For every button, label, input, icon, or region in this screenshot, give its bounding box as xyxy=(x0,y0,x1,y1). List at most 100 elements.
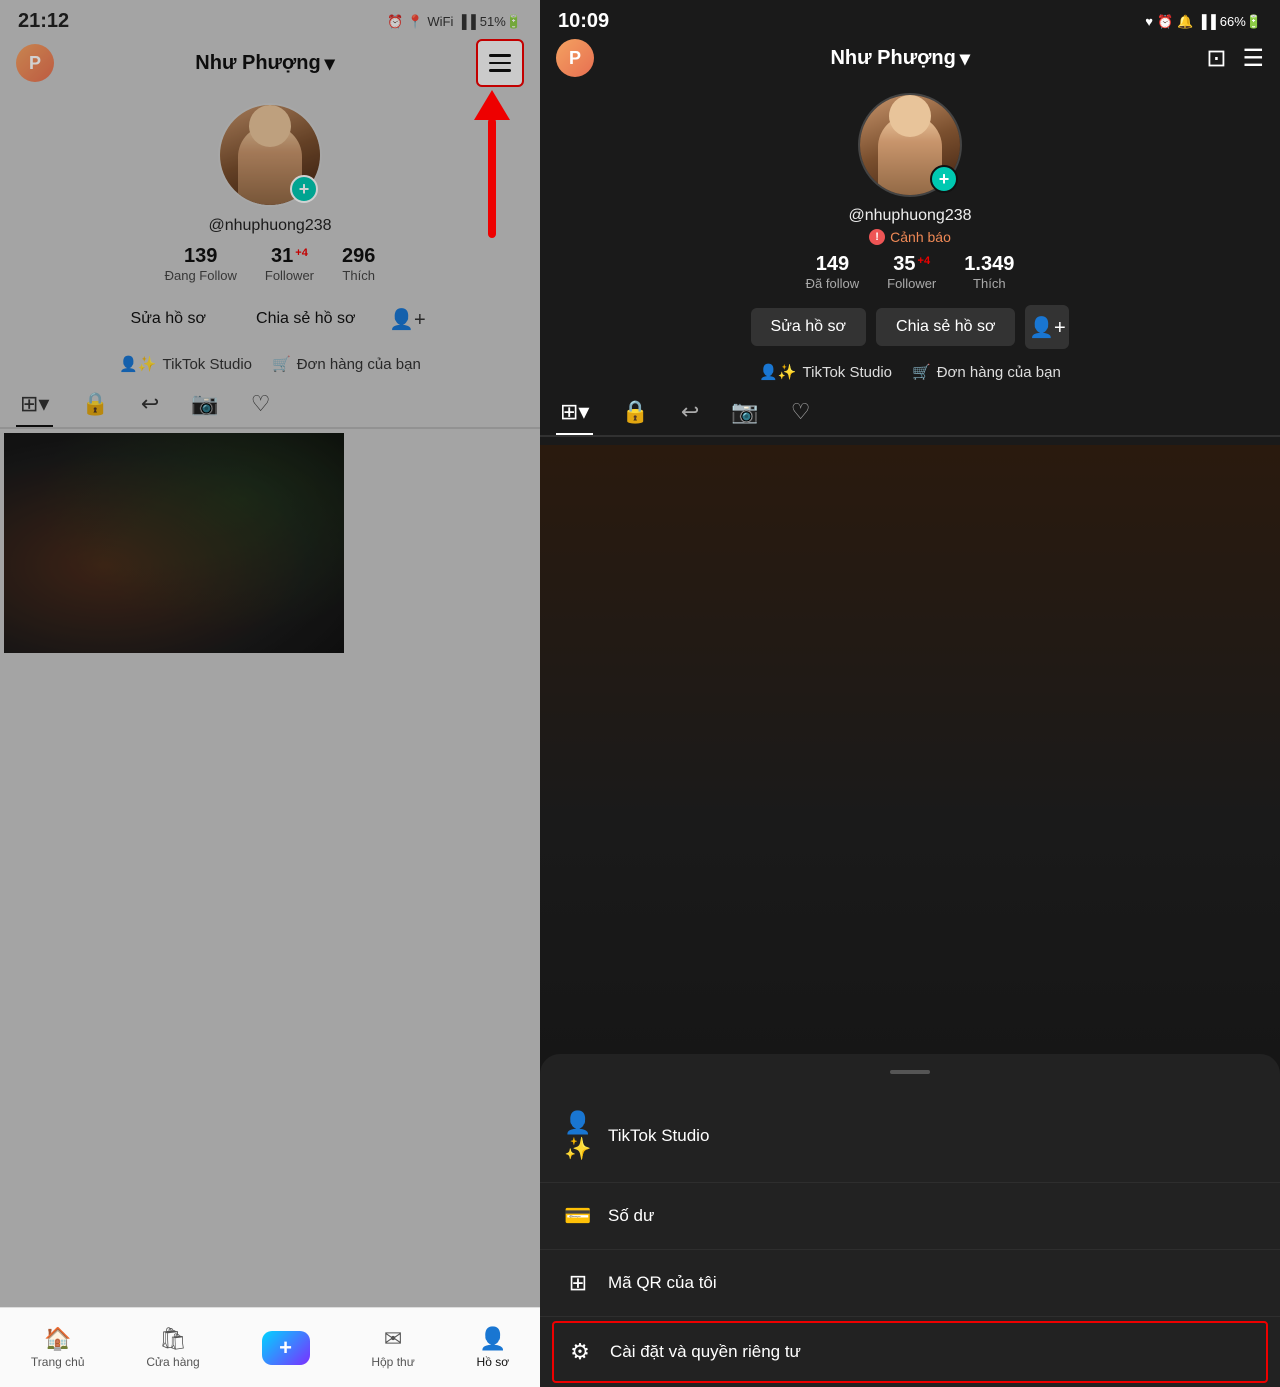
add-friend-button-right[interactable]: 👤+ xyxy=(1025,305,1069,349)
tab-tagged-right[interactable]: 📷 xyxy=(727,391,762,435)
quick-links-right: 👤✨ TikTok Studio 🛒 Đơn hàng của bạn xyxy=(759,363,1061,381)
nav-inbox-left[interactable]: ✉ Hộp thư xyxy=(371,1326,414,1369)
edit-profile-button-left[interactable]: Sửa hồ sơ xyxy=(111,300,226,338)
menu-line-2 xyxy=(489,62,511,65)
status-bar-left: 21:12 ⏰ 📍 WiFi ▐▐ 51%🔋 xyxy=(0,0,540,39)
share-profile-button-left[interactable]: Chia sẻ hồ sơ xyxy=(236,300,375,338)
avatar-circle-left xyxy=(218,103,322,207)
stat-label-likes-left: Thích xyxy=(342,268,375,283)
tab-reposts-left[interactable]: ↩ xyxy=(137,383,163,427)
sheet-item-tiktok-studio[interactable]: 👤✨ TikTok Studio xyxy=(540,1090,1280,1183)
settings-label: Cài đặt và quyền riêng tư xyxy=(610,1342,801,1362)
sheet-handle xyxy=(890,1070,930,1074)
left-panel: 21:12 ⏰ 📍 WiFi ▐▐ 51%🔋 P Như Phượng ▾ xyxy=(0,0,540,1387)
stat-follower-right[interactable]: 35 +4 Follower xyxy=(887,253,936,291)
stat-likes-right[interactable]: 1.349 Thích xyxy=(964,253,1014,291)
menu-line-1 xyxy=(489,54,511,57)
tab-liked-right[interactable]: ♡ xyxy=(787,391,815,435)
profile-avatar-left: + xyxy=(218,103,322,207)
stat-label-following-left: Đang Follow xyxy=(165,268,237,283)
stat-num-following-right: 149 xyxy=(816,253,849,276)
right-profile-area: 10:09 ♥ ⏰ 🔔 ▐▐ 66%🔋 P Như Phượng ▾ ⊡ ☰ xyxy=(540,0,1280,445)
menu-icon-right[interactable]: ☰ xyxy=(1242,44,1264,73)
status-time-right: 10:09 xyxy=(558,10,609,33)
sheet-item-qr[interactable]: ⊞ Mã QR của tôi xyxy=(540,1250,1280,1317)
video-grid-left xyxy=(0,429,540,657)
profile-icon-left: 👤 xyxy=(479,1326,506,1352)
balance-icon: 💳 xyxy=(564,1203,592,1229)
chevron-icon-right: ▾ xyxy=(960,46,970,71)
username-header-left[interactable]: Như Phượng ▾ xyxy=(195,51,334,76)
stat-num-follower-left: 31 +4 xyxy=(271,245,308,268)
header-right-icons: ⊡ ☰ xyxy=(1206,44,1264,73)
wifi-icon: WiFi xyxy=(427,14,453,29)
tab-reposts-right[interactable]: ↩ xyxy=(677,391,703,435)
home-icon-left: 🏠 xyxy=(44,1326,71,1352)
nav-profile-left[interactable]: 👤 Hồ sơ xyxy=(477,1326,510,1369)
share-icon-right[interactable]: ⊡ xyxy=(1206,44,1226,73)
avatar-add-badge-left[interactable]: + xyxy=(290,175,318,203)
nav-create-left[interactable]: + xyxy=(262,1331,310,1365)
tiktok-studio-link-left[interactable]: 👤✨ TikTok Studio xyxy=(119,355,252,373)
chevron-icon-left: ▾ xyxy=(325,51,335,76)
inbox-icon-left: ✉ xyxy=(384,1326,402,1352)
username-at-right: @nhuphuong238 xyxy=(848,207,971,225)
battery-left: 51%🔋 xyxy=(480,14,522,30)
signal-right: ▐▐ xyxy=(1197,14,1215,29)
action-row-left: Sửa hồ sơ Chia sẻ hồ sơ 👤+ xyxy=(111,297,430,341)
add-friend-icon-left: 👤+ xyxy=(389,307,426,332)
stat-likes-left[interactable]: 296 Thích xyxy=(342,245,375,283)
stat-follower-left[interactable]: 31 +4 Follower xyxy=(265,245,314,283)
edit-profile-button-right[interactable]: Sửa hồ sơ xyxy=(751,308,866,346)
avatar-add-badge-right[interactable]: + xyxy=(930,165,958,193)
tiktok-studio-icon-left: 👤✨ xyxy=(119,355,156,373)
video-thumbnail-left[interactable] xyxy=(4,433,344,653)
quick-links-left: 👤✨ TikTok Studio 🛒 Đơn hàng của bạn xyxy=(119,355,421,373)
nav-shop-left[interactable]: 🛍 Cửa hàng xyxy=(146,1326,199,1369)
qr-icon: ⊞ xyxy=(564,1270,592,1296)
stat-following-left[interactable]: 139 Đang Follow xyxy=(165,245,237,283)
header-left: P Như Phượng ▾ xyxy=(0,39,540,95)
orders-link-left[interactable]: 🛒 Đơn hàng của bạn xyxy=(272,355,421,373)
status-icons-right: ♥ ⏰ 🔔 ▐▐ 66%🔋 xyxy=(1145,14,1262,30)
menu-button-left[interactable] xyxy=(476,39,524,87)
avatar-small-right: P xyxy=(556,39,594,77)
add-friend-icon-right: 👤+ xyxy=(1029,315,1066,340)
tab-videos-left[interactable]: ⊞▾ xyxy=(16,383,53,427)
nav-inbox-label-left: Hộp thư xyxy=(371,1355,414,1369)
share-profile-button-right[interactable]: Chia sẻ hồ sơ xyxy=(876,308,1015,346)
arrow-overlay xyxy=(474,90,510,238)
nav-profile-label-left: Hồ sơ xyxy=(477,1355,510,1369)
nav-home-label-left: Trang chủ xyxy=(31,1355,85,1369)
add-friend-button-left[interactable]: 👤+ xyxy=(385,297,429,341)
tab-liked-left[interactable]: ♡ xyxy=(247,383,275,427)
stats-row-right: 149 Đã follow 35 +4 Follower 1.349 Thích xyxy=(806,253,1015,291)
nav-home-left[interactable]: 🏠 Trang chủ xyxy=(31,1326,85,1369)
username-header-right[interactable]: Như Phượng ▾ xyxy=(830,46,969,71)
tiktok-studio-link-right[interactable]: 👤✨ TikTok Studio xyxy=(759,363,892,381)
stat-following-right[interactable]: 149 Đã follow xyxy=(806,253,859,291)
avatar-figure-left xyxy=(238,125,302,205)
right-panel: 10:09 ♥ ⏰ 🔔 ▐▐ 66%🔋 P Như Phượng ▾ ⊡ ☰ xyxy=(540,0,1280,1387)
battery-right: 66%🔋 xyxy=(1220,14,1262,30)
tab-private-right[interactable]: 🔒 xyxy=(617,391,652,435)
tab-private-left[interactable]: 🔒 xyxy=(77,383,112,427)
stat-label-likes-right: Thích xyxy=(973,276,1006,291)
tiktok-studio-label-left: TikTok Studio xyxy=(163,356,252,373)
orders-link-right[interactable]: 🛒 Đơn hàng của bạn xyxy=(912,363,1061,381)
tabs-row-right: ⊞▾ 🔒 ↩ 📷 ♡ xyxy=(540,391,1280,437)
sheet-item-settings[interactable]: ⚙ Cài đặt và quyền riêng tư xyxy=(552,1321,1268,1383)
tab-tagged-left[interactable]: 📷 xyxy=(187,383,222,427)
tiktok-studio-label-right: TikTok Studio xyxy=(803,364,892,381)
tiktok-studio-sheet-label: TikTok Studio xyxy=(608,1126,709,1146)
sheet-item-balance[interactable]: 💳 Số dư xyxy=(540,1183,1280,1250)
alarm-icon-right: ⏰ xyxy=(1157,14,1173,30)
tab-videos-right[interactable]: ⊞▾ xyxy=(556,391,593,435)
bottom-nav-left: 🏠 Trang chủ 🛍 Cửa hàng + ✉ Hộp thư 👤 Hồ … xyxy=(0,1307,540,1387)
header-right: P Như Phượng ▾ ⊡ ☰ xyxy=(540,39,1280,85)
nav-shop-label-left: Cửa hàng xyxy=(146,1355,199,1369)
stat-label-follower-left: Follower xyxy=(265,268,314,283)
profile-avatar-right: + xyxy=(858,93,962,197)
action-row-right: Sửa hồ sơ Chia sẻ hồ sơ 👤+ xyxy=(751,305,1070,349)
create-icon-left: + xyxy=(262,1331,310,1365)
